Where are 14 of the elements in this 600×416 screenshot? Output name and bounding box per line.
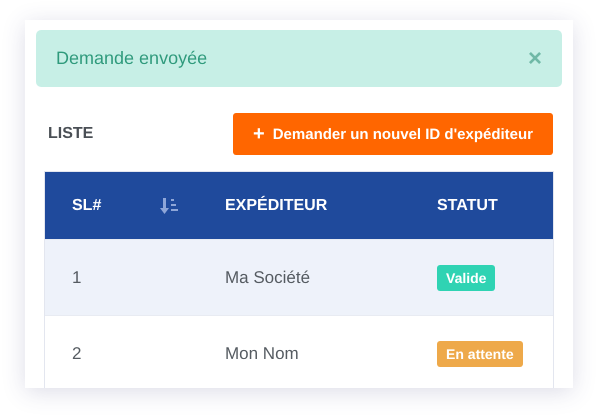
close-button[interactable]: × xyxy=(528,44,542,72)
status-badge: En attente xyxy=(437,340,523,366)
column-header: EXPÉDITEUR xyxy=(225,196,328,214)
table-cell-text: 1 xyxy=(72,268,82,288)
sort-icon[interactable] xyxy=(160,196,180,216)
alert-message: Demande envoyée xyxy=(56,48,208,69)
request-sender-id-button[interactable]: + Demander un nouvel ID d'expéditeur xyxy=(233,113,553,155)
table-cell-text: 2 xyxy=(72,344,82,364)
table-cell-text: Ma Société xyxy=(225,268,312,288)
column-header: SL# xyxy=(72,196,102,214)
status-badge: Valide xyxy=(437,264,496,290)
list-title: LISTE xyxy=(48,125,94,143)
column-header: STATUT xyxy=(437,196,499,214)
table-cell-text: Mon Nom xyxy=(225,344,300,364)
